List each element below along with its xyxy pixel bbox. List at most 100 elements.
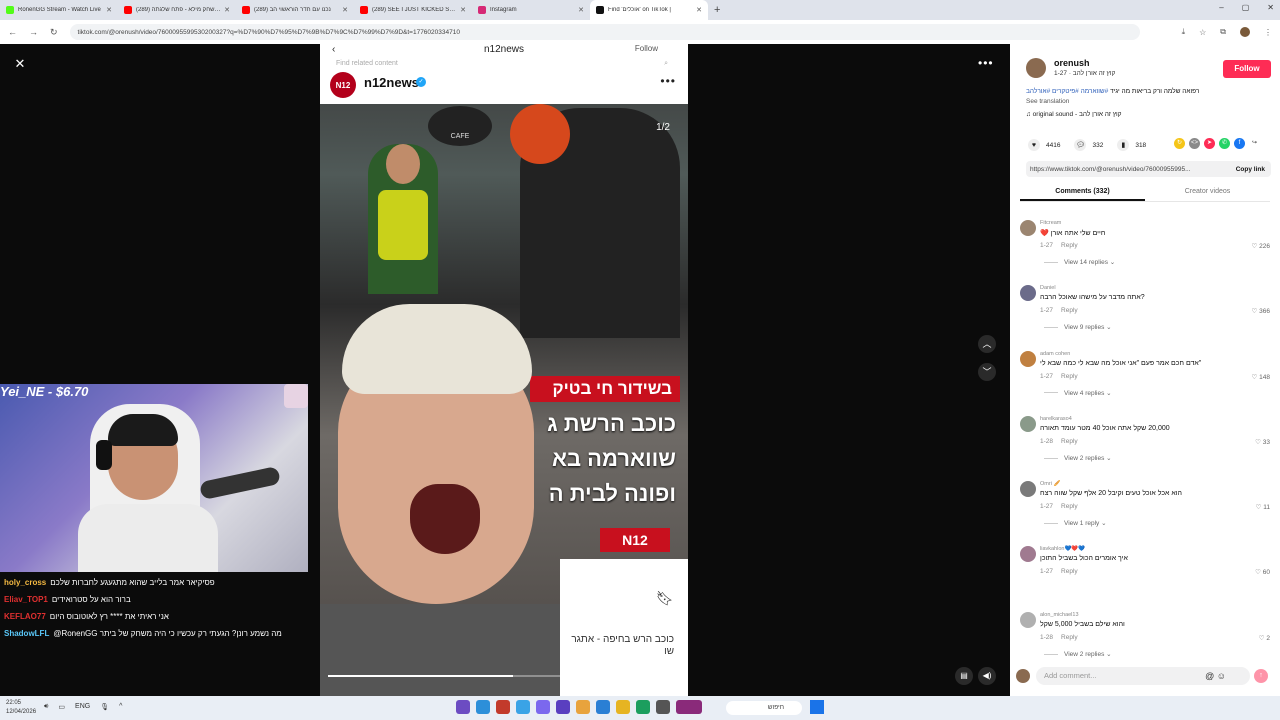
commenter-avatar[interactable]	[1020, 415, 1036, 432]
comment-likes[interactable]: ♡ 11	[1256, 503, 1270, 511]
browser-tab[interactable]: Instagram ✕	[472, 0, 590, 20]
comment-likes[interactable]: ♡ 226	[1252, 242, 1271, 250]
next-video-icon[interactable]: ﹀	[978, 363, 996, 381]
previous-video-icon[interactable]: ︿	[978, 335, 996, 353]
video-progress-bar[interactable]	[328, 675, 658, 677]
volume-icon[interactable]: ◀)	[978, 667, 996, 685]
back-icon[interactable]: ←	[8, 27, 17, 38]
taskbar-search[interactable]: חיפוש	[726, 701, 802, 715]
commenter-avatar[interactable]	[1020, 285, 1036, 302]
browser-tab[interactable]: כהן שחק מילא - פתח שלגתה (289) ✕	[118, 0, 236, 20]
maximize-button[interactable]: ▢	[1242, 3, 1250, 12]
author-name[interactable]: orenush	[1054, 58, 1090, 68]
reply-button[interactable]: Reply	[1061, 568, 1078, 575]
follow-button[interactable]: Follow	[1223, 60, 1271, 78]
reply-button[interactable]: Reply	[1061, 307, 1078, 314]
share-icon[interactable]: ↪	[1249, 138, 1260, 149]
comment-likes[interactable]: ♡ 366	[1252, 307, 1271, 315]
embed-icon[interactable]: <>	[1189, 138, 1200, 149]
commenter-name[interactable]: liavkahlon💙❤️💙	[1040, 546, 1085, 552]
commenter-name[interactable]: Omri 🥖	[1040, 481, 1060, 487]
see-translation-link[interactable]: See translation	[1026, 98, 1069, 105]
forward-icon[interactable]: →	[29, 27, 38, 38]
facebook-icon[interactable]: f	[1234, 138, 1245, 149]
tab-close-icon[interactable]: ✕	[342, 6, 348, 14]
bookmark-star-icon[interactable]: ☆	[1199, 28, 1206, 37]
reply-button[interactable]: Reply	[1061, 503, 1078, 510]
comment-likes[interactable]: ♡ 60	[1255, 568, 1270, 576]
more-options-icon[interactable]: •••	[978, 56, 994, 70]
mic-icon[interactable]: 🎙︎	[100, 703, 109, 711]
sound-link[interactable]: ♫ original sound - קוץ זה אורן להב	[1026, 111, 1122, 118]
comment-likes[interactable]: ♡ 33	[1255, 438, 1270, 446]
windows-start-icon[interactable]	[810, 700, 824, 714]
caption-toggle-icon[interactable]: ▤	[955, 667, 973, 685]
install-icon[interactable]: ⤓	[1182, 27, 1186, 37]
reload-icon[interactable]: ↻	[50, 27, 58, 38]
view-replies-button[interactable]: View 4 replies ⌄	[1044, 389, 1112, 397]
app-icon[interactable]	[656, 700, 670, 714]
browser-tab[interactable]: (289) SEE I JUST KICKED STANI ✕	[354, 0, 472, 20]
commenter-avatar[interactable]	[1020, 350, 1036, 367]
mention-emoji-icons[interactable]: @ ☺	[1205, 667, 1226, 685]
tab-close-icon[interactable]: ✕	[106, 6, 112, 14]
commenter-name[interactable]: Daniel	[1040, 285, 1056, 291]
reply-button[interactable]: Reply	[1061, 242, 1078, 249]
send-icon[interactable]: ➤	[1204, 138, 1215, 149]
app-icon[interactable]	[596, 700, 610, 714]
comment-stat[interactable]: 💬︎ 332	[1074, 139, 1103, 151]
close-window-button[interactable]: ✕	[1267, 3, 1274, 12]
view-replies-button[interactable]: View 2 replies ⌄	[1044, 454, 1112, 462]
app-icon[interactable]	[456, 700, 470, 714]
browser-tab[interactable]: (289) נכנו עם חדר הוראשוי הב ✕	[236, 0, 354, 20]
tab-close-icon[interactable]: ✕	[224, 6, 230, 14]
repost-icon[interactable]: ↻	[1174, 138, 1185, 149]
view-replies-button[interactable]: View 14 replies ⌄	[1044, 258, 1115, 266]
view-replies-button[interactable]: View 2 replies ⌄	[1044, 650, 1112, 658]
copy-link-button[interactable]: Copy link	[1230, 166, 1271, 173]
author-avatar[interactable]	[1026, 58, 1046, 78]
app-icon[interactable]	[516, 700, 530, 714]
reply-button[interactable]: Reply	[1061, 634, 1078, 641]
tab-close-icon[interactable]: ✕	[578, 6, 584, 14]
commenter-name[interactable]: harelkaraso4	[1040, 416, 1072, 422]
commenter-avatar[interactable]	[1020, 481, 1036, 498]
tab-close-icon[interactable]: ✕	[696, 6, 702, 14]
tab-creator-videos[interactable]: Creator videos	[1145, 184, 1270, 201]
minimize-button[interactable]: –	[1219, 3, 1223, 12]
post-comment-icon[interactable]: ↑	[1254, 669, 1268, 683]
commenter-avatar[interactable]	[1020, 611, 1036, 628]
commenter-name[interactable]: adam cohen	[1040, 351, 1070, 357]
reply-button[interactable]: Reply	[1061, 373, 1078, 380]
folder-icon[interactable]	[616, 700, 630, 714]
profile-avatar[interactable]	[1240, 27, 1250, 37]
url-field[interactable]: tiktok.com/@orenush/video/76000955995302…	[69, 24, 1140, 40]
tab-close-icon[interactable]: ✕	[460, 6, 466, 14]
whatsapp-icon[interactable]: ✆	[1219, 138, 1230, 149]
app-icon[interactable]	[476, 700, 490, 714]
network-icon[interactable]: ▭	[58, 703, 65, 711]
comment-likes[interactable]: ♡ 148	[1252, 373, 1271, 381]
app-icon[interactable]	[676, 700, 702, 714]
save-stat[interactable]: ▮ 318	[1117, 139, 1146, 151]
app-icon[interactable]	[536, 700, 550, 714]
app-icon[interactable]	[556, 700, 570, 714]
comment-likes[interactable]: ♡ 2	[1259, 634, 1270, 642]
language-indicator[interactable]: ENG	[75, 703, 90, 711]
commenter-name[interactable]: Fitcream	[1040, 220, 1061, 226]
like-stat[interactable]: ♥ 4416	[1028, 139, 1060, 151]
tab-comments[interactable]: Comments (332)	[1020, 184, 1145, 201]
app-icon[interactable]	[636, 700, 650, 714]
view-replies-button[interactable]: View 1 reply ⌄	[1044, 519, 1107, 527]
commenter-avatar[interactable]	[1020, 220, 1036, 236]
hashtags[interactable]: #שווארמה #פיטקרים #אורלהב	[1026, 88, 1108, 95]
commenter-name[interactable]: alon_michael13	[1040, 612, 1079, 618]
chrome-icon[interactable]	[576, 700, 590, 714]
browser-menu-icon[interactable]: ⋮	[1264, 28, 1272, 37]
comment-input[interactable]: Add comment... @ ☺	[1036, 667, 1250, 685]
commenter-avatar[interactable]	[1020, 546, 1036, 563]
extensions-icon[interactable]: ⧉	[1220, 27, 1226, 37]
browser-tab[interactable]: RonenGG Stream - Watch Live ✕	[0, 0, 118, 20]
tray-expand-icon[interactable]: ^	[119, 703, 122, 711]
new-tab-button[interactable]: +	[714, 4, 720, 16]
